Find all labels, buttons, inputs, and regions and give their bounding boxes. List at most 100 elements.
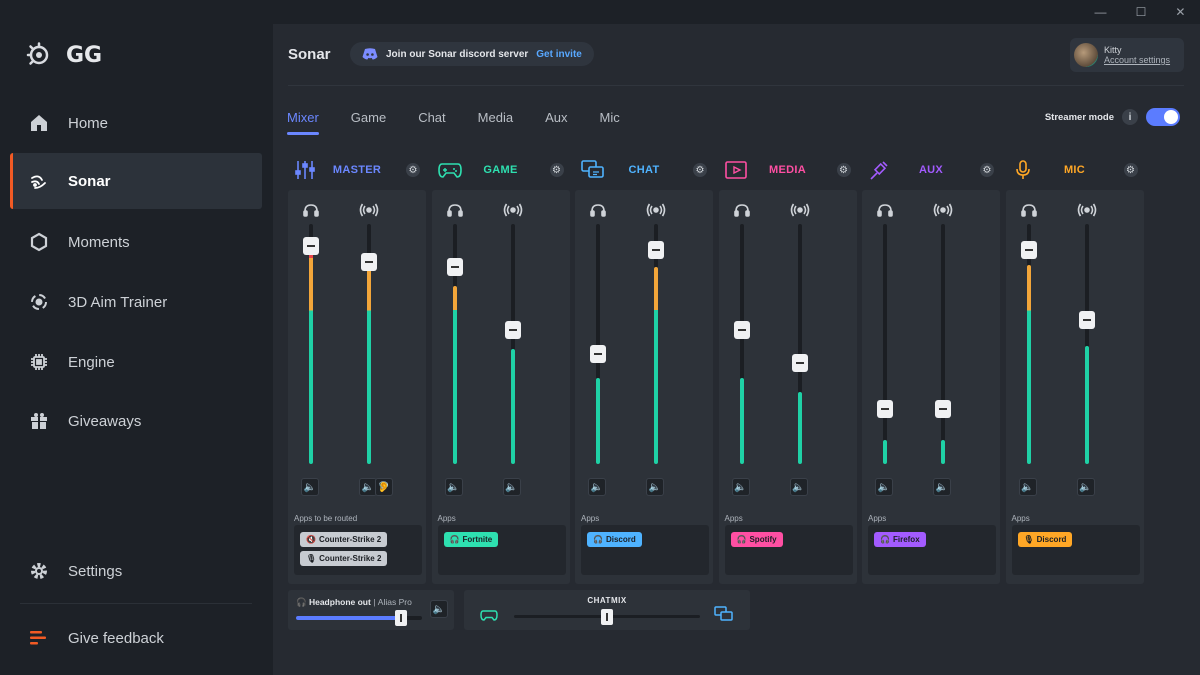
master-apps-list[interactable]: 🔇 Counter-Strike 2 🎙 Counter-Strike 2 — [294, 525, 422, 575]
aux-monitoring-handle[interactable] — [877, 399, 893, 418]
streamer-mode-label: Streamer mode — [1044, 111, 1114, 123]
discord-banner[interactable]: Join our Sonar discord server Get invite — [350, 42, 594, 66]
tab-chat[interactable]: Chat — [418, 110, 445, 135]
app-chip[interactable]: 🎙 Counter-Strike 2 — [300, 551, 388, 566]
chatmix-handle[interactable] — [601, 609, 613, 625]
info-icon[interactable]: i — [1122, 109, 1138, 125]
aux-streaming-mute-button[interactable]: 🔈 — [933, 478, 951, 496]
sidebar-item-sonar[interactable]: Sonar — [10, 153, 262, 209]
sidebar-item-engine[interactable]: Engine — [10, 334, 262, 390]
mic-monitoring-handle[interactable] — [1020, 241, 1037, 260]
master-channel-body: 🔈 🔈 🦻 Apps to be routed 🔇 Counter-Strike… — [288, 190, 426, 584]
game-settings-gear-icon[interactable]: ⚙ — [549, 163, 564, 177]
media-monitoring-track[interactable] — [733, 224, 750, 464]
aux-monitoring-track[interactable] — [877, 224, 893, 464]
master-streaming-handle[interactable] — [361, 253, 377, 272]
chat-monitoring-meter — [596, 377, 600, 464]
mic-streaming-handle[interactable] — [1078, 311, 1095, 329]
mic-settings-gear-icon[interactable]: ⚙ — [1123, 163, 1138, 177]
chat-streaming-track[interactable] — [648, 224, 664, 464]
headphone-volume-handle[interactable] — [394, 610, 407, 626]
get-invite-link[interactable]: Get invite — [536, 49, 582, 60]
chatmix-label: CHATMIX — [587, 596, 627, 605]
play-window-icon — [724, 159, 747, 181]
chat-settings-gear-icon[interactable]: ⚙ — [693, 163, 707, 177]
mic-monitoring-track[interactable] — [1020, 224, 1037, 464]
mic-monitoring-mute-button[interactable]: 🔈 — [1018, 478, 1037, 496]
aux-settings-gear-icon[interactable]: ⚙ — [980, 163, 994, 177]
sidebar-item-settings[interactable]: Settings — [10, 543, 262, 599]
aux-apps-list[interactable]: 🎧 Firefox — [868, 525, 996, 575]
streamer-mode-toggle[interactable] — [1146, 108, 1180, 126]
chat-apps-list[interactable]: 🎧 Discord — [581, 525, 709, 575]
mic-streaming-track[interactable] — [1078, 224, 1095, 464]
chat-streaming-mute-button[interactable]: 🔈 — [646, 478, 664, 496]
account-card[interactable]: Kitty Account settings — [1070, 38, 1184, 72]
app-chip[interactable]: 🎧 Spotify — [730, 532, 783, 547]
sidebar-item-moments[interactable]: Moments — [10, 214, 262, 270]
aux-streaming-handle[interactable] — [935, 399, 951, 418]
sidebar-item-home[interactable]: Home — [10, 95, 262, 151]
sidebar-item-give-feedback[interactable]: Give feedback — [10, 610, 262, 666]
headphone-mute-button[interactable]: 🔈 — [430, 600, 448, 618]
app-chip[interactable]: 🔇 Counter-Strike 2 — [300, 532, 388, 547]
brand-name: GG — [66, 42, 103, 68]
discord-icon — [362, 48, 378, 60]
game-monitoring-handle[interactable] — [446, 258, 463, 277]
aux-monitoring-mute-button[interactable]: 🔈 — [875, 478, 893, 496]
sidebar-item-3d-aim-trainer[interactable]: 3D Aim Trainer — [10, 274, 262, 330]
game-streaming-handle[interactable] — [504, 320, 521, 339]
chat-monitoring-track[interactable] — [590, 224, 606, 464]
game-streaming-track[interactable] — [504, 224, 521, 464]
chatmix-slider[interactable] — [514, 609, 700, 625]
app-chip[interactable]: 🎧 Discord — [587, 532, 642, 547]
media-settings-gear-icon[interactable]: ⚙ — [836, 163, 851, 177]
master-settings-gear-icon[interactable]: ⚙ — [406, 163, 420, 177]
game-gamepad-icon — [480, 610, 498, 621]
tab-mixer[interactable]: Mixer — [287, 110, 319, 135]
tab-aux[interactable]: Aux — [545, 110, 567, 135]
chat-monitoring-mute-button[interactable]: 🔈 — [588, 478, 606, 496]
app-chip[interactable]: 🎧 Fortnite — [443, 532, 499, 547]
headphone-volume-slider[interactable] — [296, 610, 422, 626]
game-monitoring-meter — [452, 286, 457, 464]
media-streaming-handle[interactable] — [791, 354, 808, 373]
mic-streaming-mute-button[interactable]: 🔈 — [1076, 478, 1095, 496]
aux-streaming-track[interactable] — [935, 224, 951, 464]
minimize-button[interactable]: — — [1095, 5, 1107, 19]
game-apps-list[interactable]: 🎧 Fortnite — [437, 525, 566, 575]
media-monitoring-fader: 🔈 — [722, 190, 762, 496]
master-monitoring-track[interactable] — [303, 224, 319, 464]
chat-streaming-handle[interactable] — [648, 241, 664, 260]
maximize-button[interactable]: ☐ — [1136, 5, 1147, 19]
tab-game[interactable]: Game — [351, 110, 386, 135]
close-button[interactable]: ✕ — [1175, 5, 1185, 19]
game-monitoring-track[interactable] — [446, 224, 463, 464]
mic-monitoring-meter — [1026, 264, 1031, 464]
feedback-icon — [28, 627, 50, 649]
master-hearing-button[interactable]: 🦻 — [375, 478, 393, 496]
sidebar-item-giveaways[interactable]: Giveaways — [10, 393, 262, 449]
media-apps-list[interactable]: 🎧 Spotify — [724, 525, 853, 575]
app-chip[interactable]: 🎧 Firefox — [874, 532, 926, 547]
master-monitoring-mute-button[interactable]: 🔈 — [301, 478, 319, 496]
master-streaming-track[interactable] — [361, 224, 377, 464]
master-apps-label: Apps to be routed — [294, 514, 358, 523]
master-monitoring-handle[interactable] — [303, 236, 319, 255]
app-chip[interactable]: 🎙 Discord — [1017, 532, 1073, 547]
tab-mic[interactable]: Mic — [599, 110, 619, 135]
tab-media[interactable]: Media — [478, 110, 513, 135]
media-streaming-fader: 🔈 — [780, 190, 820, 496]
game-streaming-mute-button[interactable]: 🔈 — [502, 478, 521, 496]
brand-logo[interactable]: GG — [26, 42, 102, 68]
chat-monitoring-handle[interactable] — [590, 344, 606, 363]
game-monitoring-mute-button[interactable]: 🔈 — [444, 478, 463, 496]
account-settings-link[interactable]: Account settings — [1104, 55, 1170, 65]
mic-apps-list[interactable]: 🎙 Discord — [1011, 525, 1140, 575]
speaker-icon: 🔈 — [935, 481, 949, 493]
media-monitoring-handle[interactable] — [733, 320, 750, 339]
media-monitoring-mute-button[interactable]: 🔈 — [731, 478, 750, 496]
master-channel-header: MASTER ⚙ — [288, 154, 426, 186]
media-streaming-mute-button[interactable]: 🔈 — [789, 478, 808, 496]
media-streaming-track[interactable] — [791, 224, 808, 464]
